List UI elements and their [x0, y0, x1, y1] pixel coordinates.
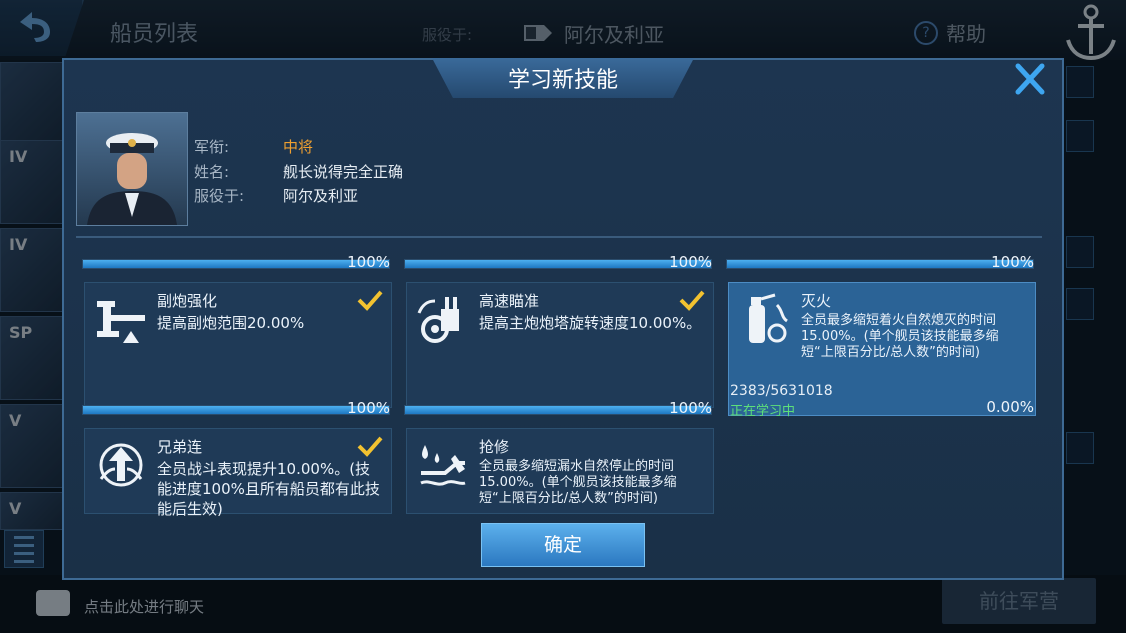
skill-progress-text: 100%: [669, 253, 712, 271]
rank-label: 军衔:: [194, 138, 230, 156]
skill-description: 全员最多缩短着火自然熄灭的时间15.00%。(单个舰员该技能最多缩短“上限百分比…: [801, 313, 999, 360]
fire-extinguisher-icon: [749, 293, 788, 343]
confirm-button[interactable]: 确定: [481, 523, 645, 567]
repair-icon: [420, 445, 466, 486]
skill-description: 提高副炮范围20.00%: [157, 314, 305, 332]
skill-progress-text: 0.00%: [986, 398, 1034, 416]
divider: [76, 236, 1042, 238]
skill-name: 副炮强化: [157, 292, 218, 310]
turret-icon: [417, 297, 459, 343]
skill-description: 全员战斗表现提升10.00%。(技能进度100%且所有船员都有此技能后生效): [157, 460, 380, 518]
learning-status: 正在学习中: [730, 404, 796, 419]
name-label: 姓名:: [194, 163, 230, 181]
skill-card[interactable]: 副炮强化 提高副炮范围20.00%: [84, 282, 392, 408]
close-icon[interactable]: [1012, 62, 1048, 96]
checkmark-icon: [679, 290, 705, 311]
brotherhood-icon: [99, 443, 143, 487]
skill-progress-text: 100%: [347, 399, 390, 417]
serving-label: 服役于:: [194, 187, 245, 205]
captain-name: 舰长说得完全正确: [283, 163, 404, 181]
dialog-title: 学习新技能: [507, 68, 618, 93]
skill-name: 兄弟连: [157, 438, 203, 456]
secondary-gun-icon: [97, 301, 145, 343]
skill-description: 全员最多缩短漏水自然停止的时间15.00%。(单个舰员该技能最多缩短“上限百分比…: [479, 459, 677, 506]
skill-card[interactable]: 高速瞄准 提高主炮炮塔旋转速度10.00%。: [406, 282, 714, 408]
skill-xp-count: 2383/5631018: [730, 383, 833, 399]
captain-portrait: [76, 112, 188, 226]
skill-progress-text: 100%: [991, 253, 1034, 271]
captain-avatar-icon: [87, 133, 177, 225]
skill-card[interactable]: 抢修 全员最多缩短漏水自然停止的时间15.00%。(单个舰员该技能最多缩短“上限…: [406, 428, 714, 514]
skill-name: 高速瞄准: [479, 292, 540, 310]
skill-progress-text: 100%: [347, 253, 390, 271]
skill-card[interactable]: 兄弟连 全员战斗表现提升10.00%。(技能进度100%且所有船员都有此技能后生…: [84, 428, 392, 518]
serving-ship: 阿尔及利亚: [283, 187, 359, 205]
rank-value: 中将: [283, 138, 314, 156]
checkmark-icon: [357, 290, 383, 311]
skill-progress-text: 100%: [669, 399, 712, 417]
skill-name: 抢修: [479, 438, 510, 456]
checkmark-icon: [357, 436, 383, 457]
skill-name: 灭火: [801, 292, 832, 310]
skill-description: 提高主炮炮塔旋转速度10.00%。: [479, 314, 702, 332]
